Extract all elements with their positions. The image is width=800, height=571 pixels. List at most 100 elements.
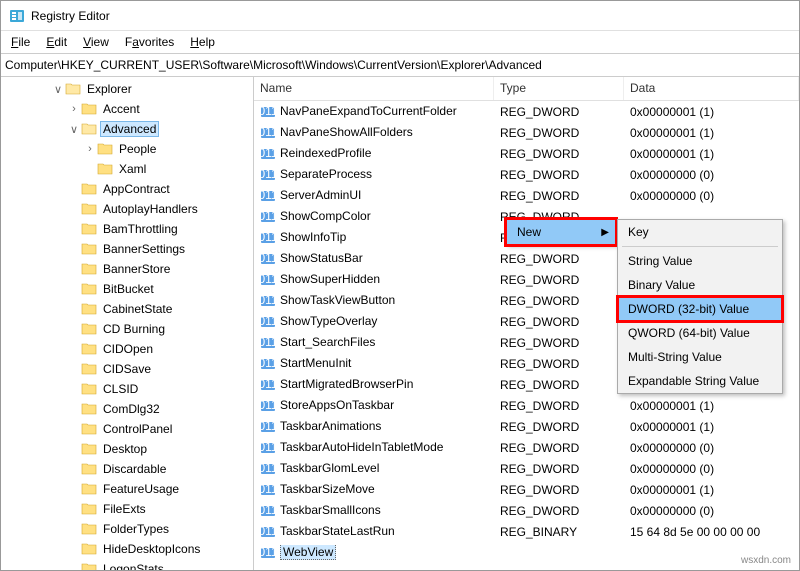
svg-text:011: 011 bbox=[260, 167, 276, 181]
list-row[interactable]: 011WebView bbox=[254, 542, 799, 563]
context-menu-new-label: New bbox=[517, 225, 541, 239]
tree-item-cidopen[interactable]: CIDOpen bbox=[3, 339, 253, 359]
list-row[interactable]: 011ReindexedProfileREG_DWORD0x00000001 (… bbox=[254, 143, 799, 164]
menu-view[interactable]: View bbox=[77, 33, 115, 51]
reg-value-icon: 011 bbox=[260, 461, 276, 477]
list-row[interactable]: 011TaskbarStateLastRunREG_BINARY15 64 8d… bbox=[254, 521, 799, 542]
tree-item-advanced[interactable]: ∨ Advanced bbox=[3, 119, 253, 139]
tree-item-bannersettings[interactable]: BannerSettings bbox=[3, 239, 253, 259]
tree-item-explorer[interactable]: ∨Explorer bbox=[3, 79, 253, 99]
tree-item-cidsave[interactable]: CIDSave bbox=[3, 359, 253, 379]
tree-view[interactable]: ∨Explorer›Accent ∨ Advanced ›PeopleXaml AppC… bbox=[1, 77, 254, 570]
menu-favorites[interactable]: Favorites bbox=[119, 33, 180, 51]
value-type: REG_DWORD bbox=[494, 273, 624, 287]
tree-item-fileexts[interactable]: FileExts bbox=[3, 499, 253, 519]
svg-text:011: 011 bbox=[260, 440, 276, 454]
list-row[interactable]: 011SeparateProcessREG_DWORD0x00000000 (0… bbox=[254, 164, 799, 185]
value-type: REG_DWORD bbox=[494, 420, 624, 434]
folder-icon bbox=[81, 361, 97, 377]
window-title: Registry Editor bbox=[31, 9, 110, 23]
submenu-qword[interactable]: QWORD (64-bit) Value bbox=[618, 321, 782, 345]
titlebar: Registry Editor bbox=[1, 1, 799, 31]
tree-twisty-icon[interactable]: › bbox=[67, 103, 81, 115]
tree-item-cabinetstate[interactable]: CabinetState bbox=[3, 299, 253, 319]
tree-item-label: BannerSettings bbox=[100, 241, 188, 257]
menubar: File Edit View Favorites Help bbox=[1, 31, 799, 53]
submenu-key[interactable]: Key bbox=[618, 220, 782, 244]
value-name: StartMenuInit bbox=[280, 356, 351, 370]
list-row[interactable]: 011TaskbarAnimationsREG_DWORD0x00000001 … bbox=[254, 416, 799, 437]
tree-item-hidedesktopicons[interactable]: HideDesktopIcons bbox=[3, 539, 253, 559]
tree-twisty-icon[interactable]: › bbox=[83, 143, 97, 155]
submenu-multi[interactable]: Multi-String Value bbox=[618, 345, 782, 369]
tree-item-label: HideDesktopIcons bbox=[100, 541, 203, 557]
tree-twisty-icon[interactable]: ∨ bbox=[67, 123, 81, 136]
menu-edit[interactable]: Edit bbox=[40, 33, 73, 51]
reg-value-icon: 011 bbox=[260, 335, 276, 351]
tree-item-desktop[interactable]: Desktop bbox=[3, 439, 253, 459]
tree-twisty-icon[interactable]: ∨ bbox=[51, 83, 65, 96]
submenu-dword[interactable]: DWORD (32-bit) Value bbox=[618, 297, 782, 321]
tree-item-bamthrottling[interactable]: BamThrottling bbox=[3, 219, 253, 239]
context-menu[interactable]: New ▶ bbox=[506, 219, 616, 245]
value-name: TaskbarSmallIcons bbox=[280, 503, 381, 517]
tree-item-xaml[interactable]: Xaml bbox=[3, 159, 253, 179]
folder-icon bbox=[81, 261, 97, 277]
tree-item-cd-burning[interactable]: CD Burning bbox=[3, 319, 253, 339]
tree-item-bannerstore[interactable]: BannerStore bbox=[3, 259, 253, 279]
col-header-data[interactable]: Data bbox=[624, 77, 799, 100]
tree-item-logonstats[interactable]: LogonStats bbox=[3, 559, 253, 570]
list-row[interactable]: 011TaskbarSizeMoveREG_DWORD0x00000001 (1… bbox=[254, 479, 799, 500]
submenu-arrow-icon: ▶ bbox=[601, 227, 609, 238]
submenu-expand[interactable]: Expandable String Value bbox=[618, 369, 782, 393]
reg-value-icon: 011 bbox=[260, 209, 276, 225]
tree-item-appcontract[interactable]: AppContract bbox=[3, 179, 253, 199]
svg-text:011: 011 bbox=[260, 188, 276, 202]
svg-text:011: 011 bbox=[260, 293, 276, 307]
tree-item-controlpanel[interactable]: ControlPanel bbox=[3, 419, 253, 439]
tree-item-accent[interactable]: ›Accent bbox=[3, 99, 253, 119]
context-menu-new[interactable]: New ▶ bbox=[507, 220, 615, 244]
tree-item-label: FileExts bbox=[100, 501, 149, 517]
tree-item-featureusage[interactable]: FeatureUsage bbox=[3, 479, 253, 499]
folder-icon bbox=[97, 141, 113, 157]
menu-file[interactable]: File bbox=[5, 33, 36, 51]
value-data: 0x00000000 (0) bbox=[624, 168, 799, 182]
context-submenu[interactable]: Key String Value Binary Value DWORD (32-… bbox=[617, 219, 783, 394]
col-header-type[interactable]: Type bbox=[494, 77, 624, 100]
value-name: TaskbarSizeMove bbox=[280, 482, 375, 496]
col-header-name[interactable]: Name bbox=[254, 77, 494, 100]
list-row[interactable]: 011TaskbarAutoHideInTabletModeREG_DWORD0… bbox=[254, 437, 799, 458]
submenu-string[interactable]: String Value bbox=[618, 249, 782, 273]
folder-icon bbox=[81, 281, 97, 297]
list-row[interactable]: 011StoreAppsOnTaskbarREG_DWORD0x00000001… bbox=[254, 395, 799, 416]
value-type: REG_DWORD bbox=[494, 336, 624, 350]
tree-item-people[interactable]: ›People bbox=[3, 139, 253, 159]
folder-icon bbox=[81, 121, 97, 137]
value-name: WebView bbox=[280, 545, 336, 560]
address-bar[interactable]: Computer\HKEY_CURRENT_USER\Software\Micr… bbox=[1, 53, 799, 77]
folder-icon bbox=[81, 401, 97, 417]
tree-item-label: Advanced bbox=[100, 121, 159, 137]
tree-item-bitbucket[interactable]: BitBucket bbox=[3, 279, 253, 299]
value-data: 0x00000001 (1) bbox=[624, 420, 799, 434]
regedit-icon bbox=[9, 8, 25, 24]
tree-item-label: AppContract bbox=[100, 181, 173, 197]
list-row[interactable]: 011NavPaneExpandToCurrentFolderREG_DWORD… bbox=[254, 101, 799, 122]
list-row[interactable]: 011TaskbarSmallIconsREG_DWORD0x00000000 … bbox=[254, 500, 799, 521]
value-name: ShowCompColor bbox=[280, 209, 371, 223]
svg-text:011: 011 bbox=[260, 104, 276, 118]
value-type: REG_BINARY bbox=[494, 525, 624, 539]
tree-item-clsid[interactable]: CLSID bbox=[3, 379, 253, 399]
tree-item-foldertypes[interactable]: FolderTypes bbox=[3, 519, 253, 539]
tree-item-discardable[interactable]: Discardable bbox=[3, 459, 253, 479]
submenu-binary[interactable]: Binary Value bbox=[618, 273, 782, 297]
value-type: REG_DWORD bbox=[494, 462, 624, 476]
list-row[interactable]: 011ServerAdminUIREG_DWORD0x00000000 (0) bbox=[254, 185, 799, 206]
list-row[interactable]: 011TaskbarGlomLevelREG_DWORD0x00000000 (… bbox=[254, 458, 799, 479]
list-row[interactable]: 011NavPaneShowAllFoldersREG_DWORD0x00000… bbox=[254, 122, 799, 143]
tree-item-comdlg32[interactable]: ComDlg32 bbox=[3, 399, 253, 419]
value-name: TaskbarAutoHideInTabletMode bbox=[280, 440, 443, 454]
tree-item-autoplayhandlers[interactable]: AutoplayHandlers bbox=[3, 199, 253, 219]
menu-help[interactable]: Help bbox=[184, 33, 221, 51]
